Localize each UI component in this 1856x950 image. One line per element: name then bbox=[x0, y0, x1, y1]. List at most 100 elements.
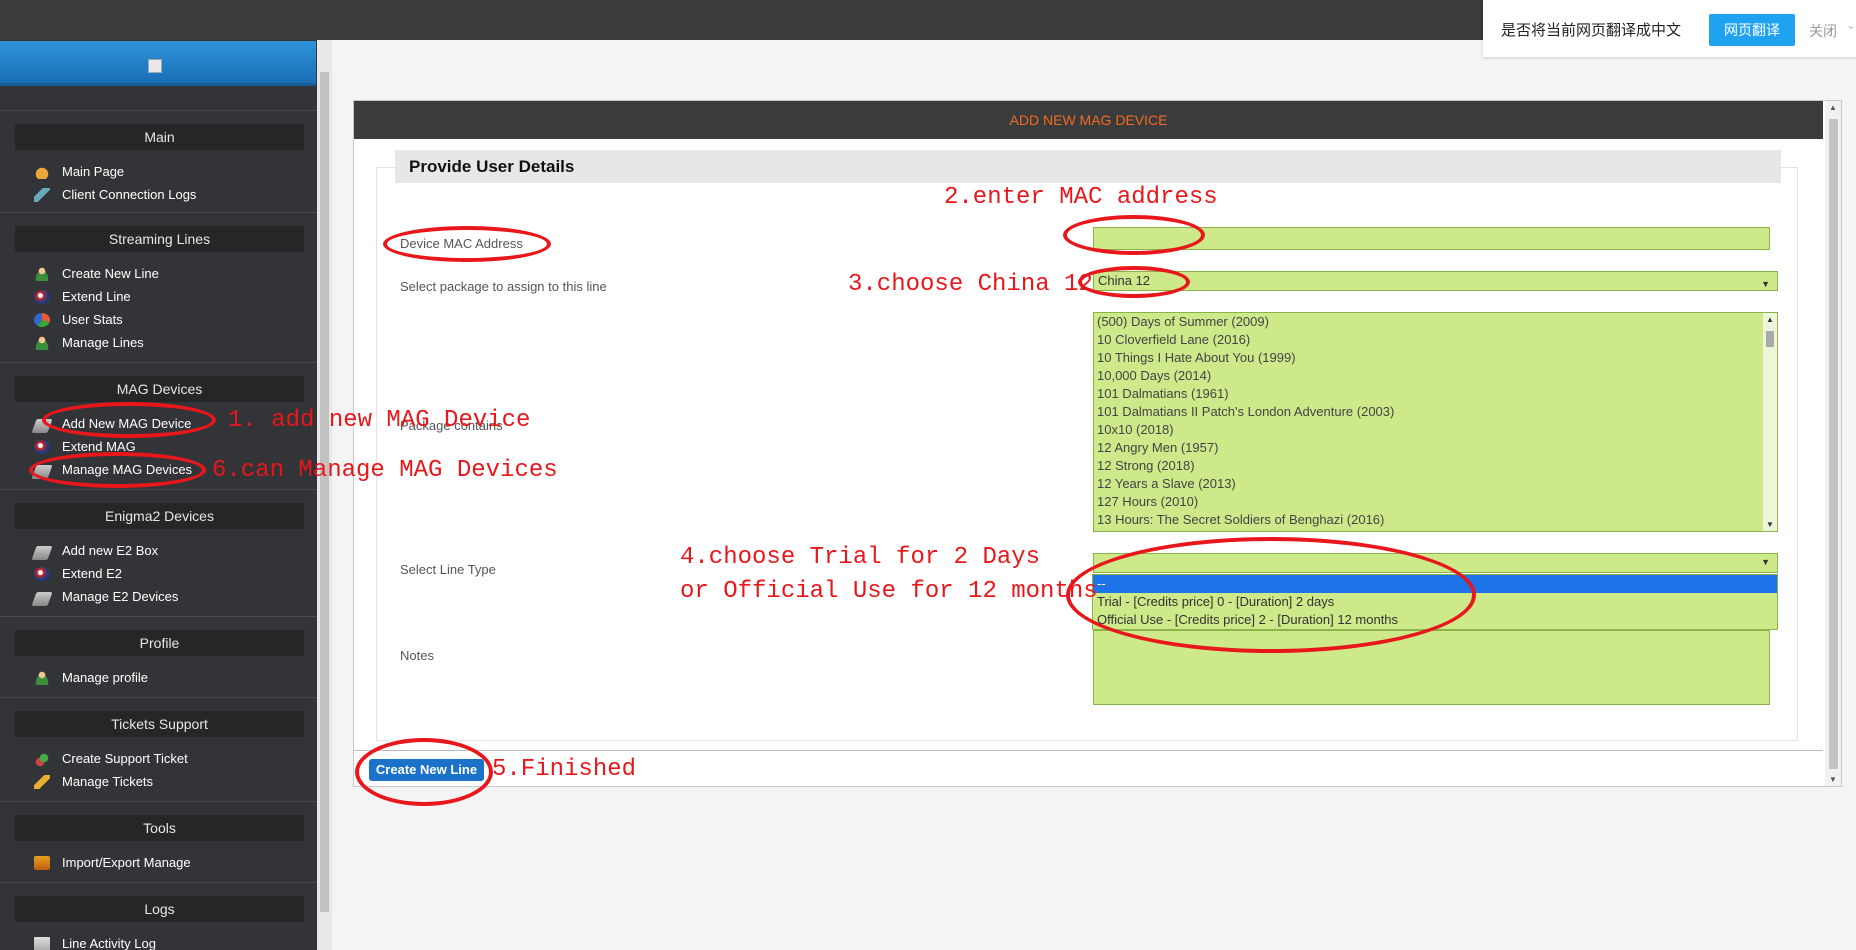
home-icon bbox=[34, 164, 50, 179]
users-icon bbox=[34, 335, 50, 350]
sidebar-item-label: Client Connection Logs bbox=[62, 187, 197, 202]
device-icon bbox=[31, 591, 53, 606]
sidebar-section-main: Main Main Page Client Connection Logs bbox=[0, 110, 317, 206]
ball-icon bbox=[34, 566, 50, 581]
sidebar-item-extend-line[interactable]: Extend Line bbox=[0, 285, 317, 308]
panel-title: ADD NEW MAG DEVICE bbox=[354, 101, 1823, 139]
annotation-oval bbox=[1078, 266, 1190, 298]
logo-image bbox=[148, 59, 162, 73]
annotation-step3: 3.choose China 12 bbox=[848, 271, 1093, 298]
sidebar-item-label: Create New Line bbox=[62, 266, 159, 281]
translate-bar: 是否将当前网页翻译成中文 网页翻译 关闭 ⌄ bbox=[1483, 0, 1856, 57]
export-icon bbox=[34, 855, 50, 870]
plug-icon bbox=[34, 187, 50, 202]
annotation-step4b: or Official Use for 12 months bbox=[680, 578, 1098, 605]
package-contents-list[interactable]: (500) Days of Summer (2009) 10 Cloverfiel… bbox=[1093, 312, 1778, 532]
sidebar-item-label: Add new E2 Box bbox=[62, 543, 159, 558]
package-select[interactable]: China 12 ▼ bbox=[1093, 271, 1778, 291]
ball-icon bbox=[34, 439, 50, 454]
sidebar-item-label: Manage Lines bbox=[62, 335, 144, 350]
annotation-oval bbox=[29, 452, 206, 488]
package-item[interactable]: 10,000 Days (2014) bbox=[1094, 367, 1777, 385]
translate-prompt: 是否将当前网页翻译成中文 bbox=[1501, 22, 1682, 39]
sidebar-item-manage-tickets[interactable]: Manage Tickets bbox=[0, 770, 317, 793]
annotation-oval bbox=[1063, 215, 1205, 255]
package-item[interactable]: 12 Strong (2018) bbox=[1094, 457, 1777, 475]
package-item[interactable]: 127 Hours (2010) bbox=[1094, 493, 1777, 511]
package-item[interactable]: 101 Dalmatians (1961) bbox=[1094, 385, 1777, 403]
sidebar-item-extend-e2[interactable]: Extend E2 bbox=[0, 562, 317, 585]
log-icon bbox=[34, 936, 50, 950]
package-item[interactable]: 101 Dalmatians II Patch's London Adventu… bbox=[1094, 403, 1777, 421]
sidebar-item-create-support-ticket[interactable]: Create Support Ticket bbox=[0, 747, 317, 770]
user-icon bbox=[34, 670, 50, 685]
package-item[interactable]: 10x10 (2018) bbox=[1094, 421, 1777, 439]
translate-close-button[interactable]: 关闭 bbox=[1809, 21, 1837, 41]
annotation-oval bbox=[355, 738, 493, 806]
sidebar-item-label: Extend E2 bbox=[62, 566, 122, 581]
logo-bar[interactable] bbox=[0, 41, 316, 86]
annotation-oval bbox=[383, 226, 551, 262]
form-footer-divider bbox=[353, 750, 1823, 751]
chevron-down-icon[interactable]: ⌄ bbox=[1846, 18, 1856, 32]
sidebar-item-label: Import/Export Manage bbox=[62, 855, 191, 870]
panel-scrollbar[interactable]: ▲ ▼ bbox=[1825, 101, 1841, 786]
list-scrollbar[interactable]: ▲ ▼ bbox=[1763, 313, 1777, 531]
device-add-icon bbox=[31, 545, 53, 560]
annotation-step4a: 4.choose Trial for 2 Days bbox=[680, 544, 1041, 571]
annotation-step1: 1. add new MAG Device bbox=[228, 407, 531, 434]
annotation-step5: 5.Finished bbox=[492, 756, 637, 783]
sidebar-item-label: Manage Tickets bbox=[62, 774, 154, 789]
sidebar-item-manage-e2-devices[interactable]: Manage E2 Devices bbox=[0, 585, 317, 608]
sidebar: Main Main Page Client Connection Logs St… bbox=[0, 40, 317, 950]
scroll-up-icon[interactable]: ▲ bbox=[1766, 315, 1774, 324]
package-item[interactable]: 12 Years a Slave (2013) bbox=[1094, 475, 1777, 493]
scrollbar-thumb[interactable] bbox=[1766, 331, 1774, 347]
package-item[interactable]: (500) Days of Summer (2009) bbox=[1094, 313, 1777, 331]
sidebar-section-logs: Logs Line Activity Log bbox=[0, 882, 317, 950]
sidebar-item-user-stats[interactable]: User Stats bbox=[0, 308, 317, 331]
sidebar-section-title: Tickets Support bbox=[15, 711, 304, 737]
sidebar-section-profile: Profile Manage profile bbox=[0, 616, 317, 689]
annotation-oval bbox=[42, 402, 216, 438]
notes-label: Notes bbox=[400, 648, 434, 663]
sidebar-item-add-new-e2-box[interactable]: Add new E2 Box bbox=[0, 539, 317, 562]
package-item[interactable]: 12 Angry Men (1957) bbox=[1094, 439, 1777, 457]
scroll-up-icon[interactable]: ▲ bbox=[1829, 103, 1837, 112]
sidebar-section-title: Streaming Lines bbox=[15, 226, 304, 252]
sidebar-item-import-export-manage[interactable]: Import/Export Manage bbox=[0, 851, 317, 874]
sidebar-item-label: Create Support Ticket bbox=[62, 751, 188, 766]
package-item[interactable]: 10 Cloverfield Lane (2016) bbox=[1094, 331, 1777, 349]
annotation-oval bbox=[1066, 537, 1476, 653]
sidebar-section-title: Main bbox=[15, 124, 304, 150]
annotation-step2: 2.enter MAC address bbox=[944, 184, 1218, 211]
sidebar-section-title: Logs bbox=[15, 896, 304, 922]
sidebar-section-enigma2-devices: Enigma2 Devices Add new E2 Box Extend E2… bbox=[0, 489, 317, 608]
line-type-label: Select Line Type bbox=[400, 562, 496, 577]
chevron-down-icon: ▼ bbox=[1761, 279, 1770, 289]
sidebar-section-title: Profile bbox=[15, 630, 304, 656]
scroll-down-icon[interactable]: ▼ bbox=[1829, 775, 1837, 784]
sidebar-item-create-new-line[interactable]: Create New Line bbox=[0, 262, 317, 285]
sidebar-item-client-connection-logs[interactable]: Client Connection Logs bbox=[0, 183, 317, 206]
sidebar-item-main-page[interactable]: Main Page bbox=[0, 160, 317, 183]
scrollbar-thumb[interactable] bbox=[1829, 119, 1838, 769]
sidebar-item-line-activity-log[interactable]: Line Activity Log bbox=[0, 932, 317, 950]
sidebar-item-manage-lines[interactable]: Manage Lines bbox=[0, 331, 317, 354]
package-contents-rows: (500) Days of Summer (2009) 10 Cloverfiel… bbox=[1094, 313, 1777, 529]
package-item[interactable]: 10 Things I Hate About You (1999) bbox=[1094, 349, 1777, 367]
sidebar-scrollbar[interactable] bbox=[317, 40, 332, 950]
sidebar-section-title: Enigma2 Devices bbox=[15, 503, 304, 529]
scrollbar-thumb[interactable] bbox=[320, 72, 329, 912]
annotation-step6: 6.can Manage MAG Devices bbox=[212, 457, 558, 484]
sidebar-item-label: Extend Line bbox=[62, 289, 131, 304]
sidebar-section-title: MAG Devices bbox=[15, 376, 304, 402]
scroll-down-icon[interactable]: ▼ bbox=[1766, 520, 1774, 529]
sidebar-section-title: Tools bbox=[15, 815, 304, 841]
sidebar-item-label: Manage profile bbox=[62, 670, 148, 685]
sidebar-item-manage-profile[interactable]: Manage profile bbox=[0, 666, 317, 689]
translate-button[interactable]: 网页翻译 bbox=[1709, 14, 1795, 46]
sidebar-section-tools: Tools Import/Export Manage bbox=[0, 801, 317, 874]
package-item[interactable]: 13 Hours: The Secret Soldiers of Benghaz… bbox=[1094, 511, 1777, 529]
sidebar-item-label: User Stats bbox=[62, 312, 123, 327]
